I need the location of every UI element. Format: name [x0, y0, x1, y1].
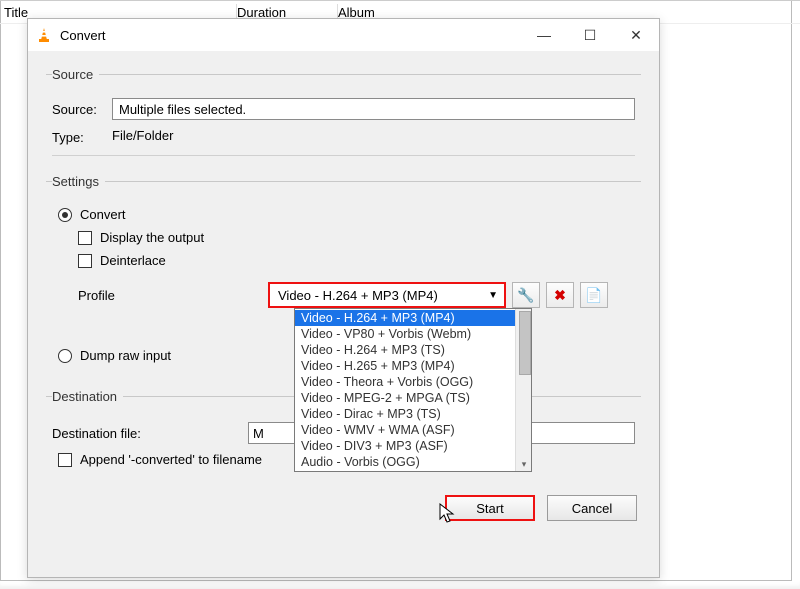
maximize-button[interactable]: ☐: [567, 19, 613, 51]
dropdown-option[interactable]: Video - Dirac + MP3 (TS): [295, 406, 515, 422]
type-label: Type:: [52, 130, 112, 145]
radio-icon: [58, 349, 72, 363]
cancel-button[interactable]: Cancel: [547, 495, 637, 521]
dropdown-option[interactable]: Video - Theora + Vorbis (OGG): [295, 374, 515, 390]
dropdown-option[interactable]: Video - VP80 + Vorbis (Webm): [295, 326, 515, 342]
dropdown-option[interactable]: Video - WMV + WMA (ASF): [295, 422, 515, 438]
minimize-icon: —: [537, 27, 551, 43]
vlc-cone-icon: [36, 27, 52, 43]
radio-icon: [58, 208, 72, 222]
chevron-down-icon: ▼: [488, 290, 498, 301]
dropdown-option[interactable]: Video - DIV3 + MP3 (ASF): [295, 438, 515, 454]
display-output-label: Display the output: [100, 230, 204, 245]
settings-group: Settings Convert Display the output Dein…: [46, 174, 641, 377]
destination-file-label: Destination file:: [52, 426, 248, 441]
dropdown-options: Video - H.264 + MP3 (MP4)Video - VP80 + …: [295, 309, 515, 471]
profile-row: Profile Video - H.264 + MP3 (MP4) ▼ 🔧 ✖ …: [78, 282, 635, 308]
maximize-icon: ☐: [584, 27, 597, 44]
wrench-icon: 🔧: [517, 287, 534, 304]
checkbox-icon: [78, 231, 92, 245]
new-profile-button[interactable]: 📄: [580, 282, 608, 308]
dropdown-option[interactable]: Video - H.264 + MP3 (TS): [295, 342, 515, 358]
profile-selected-text: Video - H.264 + MP3 (MP4): [278, 288, 438, 303]
delete-profile-button[interactable]: ✖: [546, 282, 574, 308]
convert-dialog: Convert — ☐ ✕ Source Source: Multiple fi…: [27, 18, 660, 578]
dialog-title: Convert: [60, 28, 521, 43]
profile-combobox[interactable]: Video - H.264 + MP3 (MP4) ▼: [268, 282, 506, 308]
divider: [52, 155, 635, 156]
profile-dropdown-list[interactable]: Video - H.264 + MP3 (MP4)Video - VP80 + …: [294, 308, 532, 472]
dropdown-option[interactable]: Video - H.265 + MP3 (MP4): [295, 358, 515, 374]
window-buttons: — ☐ ✕: [521, 19, 659, 51]
append-converted-label: Append '-converted' to filename: [80, 452, 262, 467]
new-doc-icon: 📄: [585, 287, 602, 304]
display-output-checkbox[interactable]: Display the output: [78, 230, 635, 245]
titlebar[interactable]: Convert — ☐ ✕: [28, 19, 659, 51]
page-shadow: [0, 581, 800, 589]
start-button[interactable]: Start: [445, 495, 535, 521]
type-value: File/Folder: [112, 126, 173, 149]
deinterlace-checkbox[interactable]: Deinterlace: [78, 253, 635, 268]
scroll-down-icon: ▾: [519, 459, 529, 469]
dropdown-option[interactable]: Video - H.264 + MP3 (MP4): [295, 310, 515, 326]
profile-label: Profile: [78, 288, 268, 303]
checkbox-icon: [78, 254, 92, 268]
destination-legend: Destination: [52, 389, 123, 404]
edit-profile-button[interactable]: 🔧: [512, 282, 540, 308]
settings-legend: Settings: [52, 174, 105, 189]
dialog-buttons: Start Cancel: [46, 495, 641, 521]
source-label: Source:: [52, 102, 112, 117]
convert-radio[interactable]: Convert: [58, 207, 635, 222]
convert-radio-label: Convert: [80, 207, 126, 222]
source-legend: Source: [52, 67, 99, 82]
checkbox-icon: [58, 453, 72, 467]
source-input[interactable]: Multiple files selected.: [112, 98, 635, 120]
close-icon: ✕: [630, 27, 642, 44]
x-icon: ✖: [554, 287, 566, 304]
close-button[interactable]: ✕: [613, 19, 659, 51]
minimize-button[interactable]: —: [521, 19, 567, 51]
deinterlace-label: Deinterlace: [100, 253, 166, 268]
dropdown-option[interactable]: Audio - Vorbis (OGG): [295, 454, 515, 470]
dump-raw-label: Dump raw input: [80, 348, 171, 363]
dialog-body: Source Source: Multiple files selected. …: [28, 51, 659, 533]
scrollbar[interactable]: ▾: [515, 309, 531, 471]
dropdown-option[interactable]: Video - MPEG-2 + MPGA (TS): [295, 390, 515, 406]
source-group: Source Source: Multiple files selected. …: [46, 67, 641, 162]
